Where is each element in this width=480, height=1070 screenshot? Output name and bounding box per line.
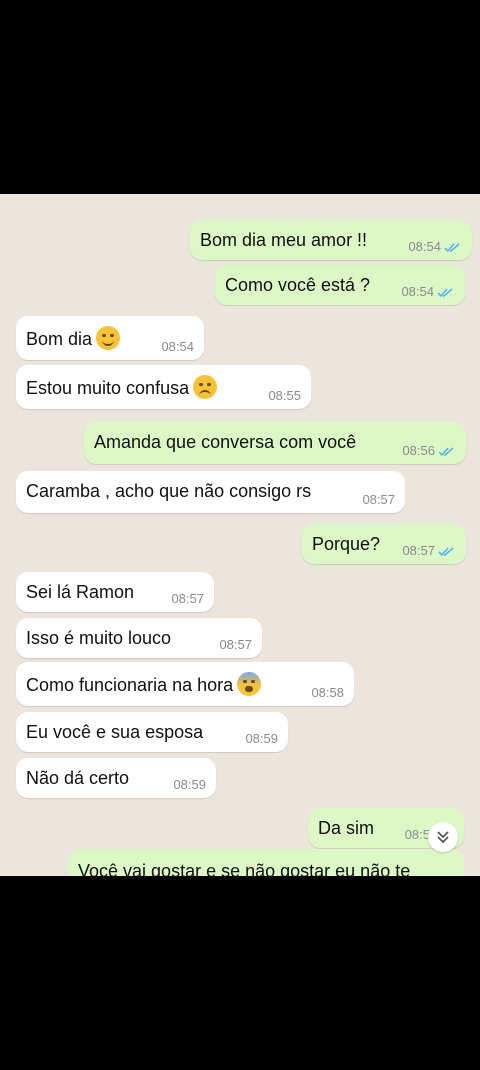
message-text: Sei lá Ramon	[26, 582, 135, 602]
message-text: Estou muito confusa	[26, 378, 190, 398]
message-incoming[interactable]: Isso é muito louco 08:57	[16, 618, 262, 658]
message-incoming[interactable]: Não dá certo 08:59	[16, 758, 216, 798]
message-text: Porque?	[312, 534, 381, 554]
message-text: Você vai gostar e se não gostar eu não t…	[78, 861, 411, 876]
message-incoming[interactable]: Caramba , acho que não consigo rs 08:57	[16, 471, 405, 513]
message-text: Amanda que conversa com você	[94, 432, 357, 452]
sad-emoji-icon	[193, 375, 218, 399]
message-time: 08:57	[219, 637, 252, 652]
message-time: 08:56	[402, 443, 435, 458]
message-time: 08:57	[362, 492, 395, 507]
message-outgoing[interactable]: Você vai gostar e se não gostar eu não t…	[68, 849, 464, 876]
message-text: Bom dia	[26, 329, 93, 349]
message-time: 08:59	[173, 777, 206, 792]
message-incoming[interactable]: Estou muito confusa 08:55	[16, 365, 311, 409]
message-incoming[interactable]: Sei lá Ramon 08:57	[16, 572, 214, 612]
message-text: Isso é muito louco	[26, 628, 172, 648]
message-text: Caramba , acho que não consigo rs	[26, 481, 312, 501]
message-outgoing[interactable]: Amanda que conversa com você 08:56	[84, 422, 466, 464]
read-ticks-icon	[437, 288, 453, 298]
chat-area[interactable]: Bom dia meu amor !! 08:54 Como você está…	[0, 194, 480, 876]
message-incoming[interactable]: Bom dia 08:54	[16, 316, 204, 360]
message-outgoing[interactable]: Bom dia meu amor !! 08:54	[190, 220, 472, 260]
message-text: Não dá certo	[26, 768, 130, 788]
scroll-to-bottom-button[interactable]	[428, 822, 458, 852]
message-outgoing[interactable]: Porque? 08:57	[302, 524, 466, 564]
message-time: 08:54	[401, 284, 434, 299]
read-ticks-icon	[438, 547, 454, 557]
message-time: 08:59	[245, 731, 278, 746]
message-text: Como funcionaria na hora	[26, 675, 234, 695]
double-chevron-down-icon	[437, 831, 449, 844]
message-time: 08:57	[171, 591, 204, 606]
message-incoming[interactable]: Como funcionaria na hora 08:58	[16, 662, 354, 706]
message-outgoing[interactable]: Como você está ? 08:54	[215, 265, 465, 305]
message-time: 08:57	[402, 543, 435, 558]
message-text: Como você está ?	[225, 275, 371, 295]
read-ticks-icon	[438, 447, 454, 457]
message-time: 08:55	[268, 388, 301, 403]
read-ticks-icon	[444, 243, 460, 253]
smile-emoji-icon	[96, 326, 121, 350]
message-time: 08:54	[161, 339, 194, 354]
message-text: Da sim	[318, 818, 375, 838]
message-time: 08:58	[311, 685, 344, 700]
message-time: 08:54	[408, 239, 441, 254]
message-text: Eu você e sua esposa	[26, 722, 204, 742]
fearful-emoji-icon	[237, 672, 262, 696]
message-text: Bom dia meu amor !!	[200, 230, 368, 250]
message-incoming[interactable]: Eu você e sua esposa 08:59	[16, 712, 288, 752]
message-time: 08:5	[404, 827, 430, 842]
